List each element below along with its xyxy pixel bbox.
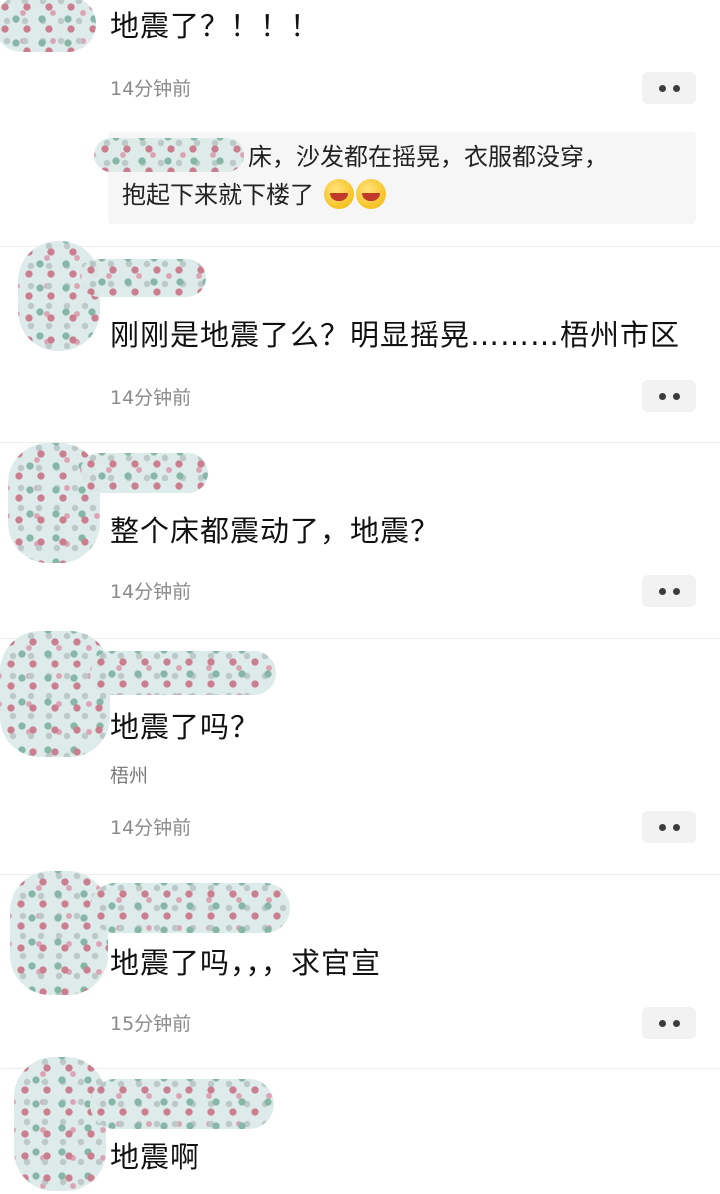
more-dots-icon (658, 84, 666, 92)
avatar[interactable] (10, 871, 108, 995)
comment-text: 地震了？！！！ (110, 9, 321, 43)
comment-text: 地震啊 (110, 1140, 201, 1174)
more-dots-icon (658, 587, 666, 595)
timestamp: 14分钟前 (110, 387, 192, 409)
face-with-hand-emoji-icon (323, 179, 354, 209)
timestamp: 14分钟前 (110, 581, 192, 603)
username-blur (90, 651, 276, 695)
comment-item: 刚刚是地震了么？明显摇晃………梧州市区 14分钟前 (0, 241, 720, 443)
comment-item: 地震啊 (0, 1057, 720, 1194)
comment-item: 地震了吗？ 梧州 14分钟前 (0, 631, 720, 875)
avatar[interactable] (0, 0, 96, 52)
comment-text: 地震了吗？ (110, 710, 261, 744)
comment-item: 地震了？！！！ 14分钟前 床，沙发都在摇晃，衣服都没穿， 抱起下来就下楼了 (0, 0, 720, 246)
more-button[interactable] (642, 72, 696, 104)
more-dots-icon (658, 823, 666, 831)
comment-item: 地震了吗，，，求官宣 15分钟前 (0, 871, 720, 1069)
comment-text: 整个床都震动了，地震？ (110, 514, 441, 548)
username-blur (90, 883, 290, 933)
more-dots-icon (658, 392, 666, 400)
more-button[interactable] (642, 811, 696, 843)
location-label: 梧州 (110, 765, 149, 787)
timestamp: 14分钟前 (110, 817, 192, 839)
more-dots-icon (658, 1019, 666, 1027)
username-blur (80, 259, 206, 297)
reply-text-line2: 抱起下来就下楼了 (122, 176, 682, 214)
comment-item: 整个床都震动了，地震？ 14分钟前 (0, 442, 720, 639)
username-blur (90, 1079, 274, 1129)
avatar[interactable] (14, 1057, 106, 1191)
username-blur (80, 453, 208, 493)
comment-text: 地震了吗，，，求官宣 (110, 946, 382, 980)
more-button[interactable] (642, 575, 696, 607)
reply-text-line1: 床，沙发都在摇晃，衣服都没穿， (248, 143, 608, 171)
avatar[interactable] (0, 631, 110, 757)
face-with-hand-emoji-icon (355, 179, 386, 209)
timestamp: 15分钟前 (110, 1013, 192, 1035)
avatar[interactable] (18, 241, 100, 351)
reply-box[interactable]: 床，沙发都在摇晃，衣服都没穿， 抱起下来就下楼了 (94, 132, 696, 224)
more-button[interactable] (642, 1007, 696, 1039)
timestamp: 14分钟前 (110, 78, 192, 100)
comment-text: 刚刚是地震了么？明显摇晃………梧州市区 (110, 318, 681, 352)
avatar (94, 138, 244, 172)
more-button[interactable] (642, 380, 696, 412)
